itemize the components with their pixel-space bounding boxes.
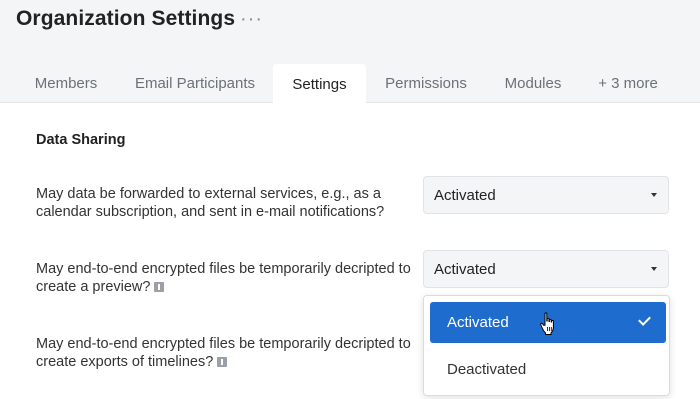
select-value: Activated — [434, 260, 496, 278]
more-horizontal-icon[interactable]: ··· — [240, 8, 263, 31]
check-icon — [638, 313, 651, 326]
setting-question-text: May end-to-end encrypted files be tempor… — [36, 261, 411, 295]
info-icon[interactable] — [217, 357, 228, 367]
section-title: Data Sharing — [36, 132, 126, 148]
page-header: Organization Settings ··· Members Email … — [0, 0, 700, 104]
dropdown-option-deactivated[interactable]: Deactivated — [430, 349, 666, 390]
tab-email-participants[interactable]: Email Participants — [122, 64, 268, 103]
info-icon[interactable] — [154, 282, 165, 292]
select-value: Activated — [434, 186, 496, 204]
caret-down-icon — [651, 193, 657, 197]
hand-pointer-cursor — [540, 312, 554, 335]
select-dropdown-menu: Activated Deactivated — [423, 295, 670, 396]
option-label: Activated — [447, 314, 509, 331]
tab-bar: Members Email Participants Settings Perm… — [0, 64, 700, 104]
caret-down-icon — [651, 267, 657, 271]
setting-select[interactable]: Activated — [423, 250, 669, 288]
setting-question-text: May data be forwarded to external servic… — [36, 186, 385, 220]
tab-settings[interactable]: Settings — [273, 64, 366, 104]
tab-more[interactable]: + 3 more — [592, 64, 664, 103]
tab-modules[interactable]: Modules — [494, 64, 572, 103]
page-title: Organization Settings — [16, 7, 236, 30]
setting-question: May end-to-end encrypted files be tempor… — [36, 260, 416, 296]
setting-select[interactable]: Activated — [423, 176, 669, 214]
setting-question: May data be forwarded to external servic… — [36, 185, 416, 221]
option-label: Deactivated — [447, 361, 527, 378]
tab-members[interactable]: Members — [23, 64, 109, 103]
setting-question: May end-to-end encrypted files be tempor… — [36, 335, 416, 371]
tab-permissions[interactable]: Permissions — [372, 64, 480, 103]
